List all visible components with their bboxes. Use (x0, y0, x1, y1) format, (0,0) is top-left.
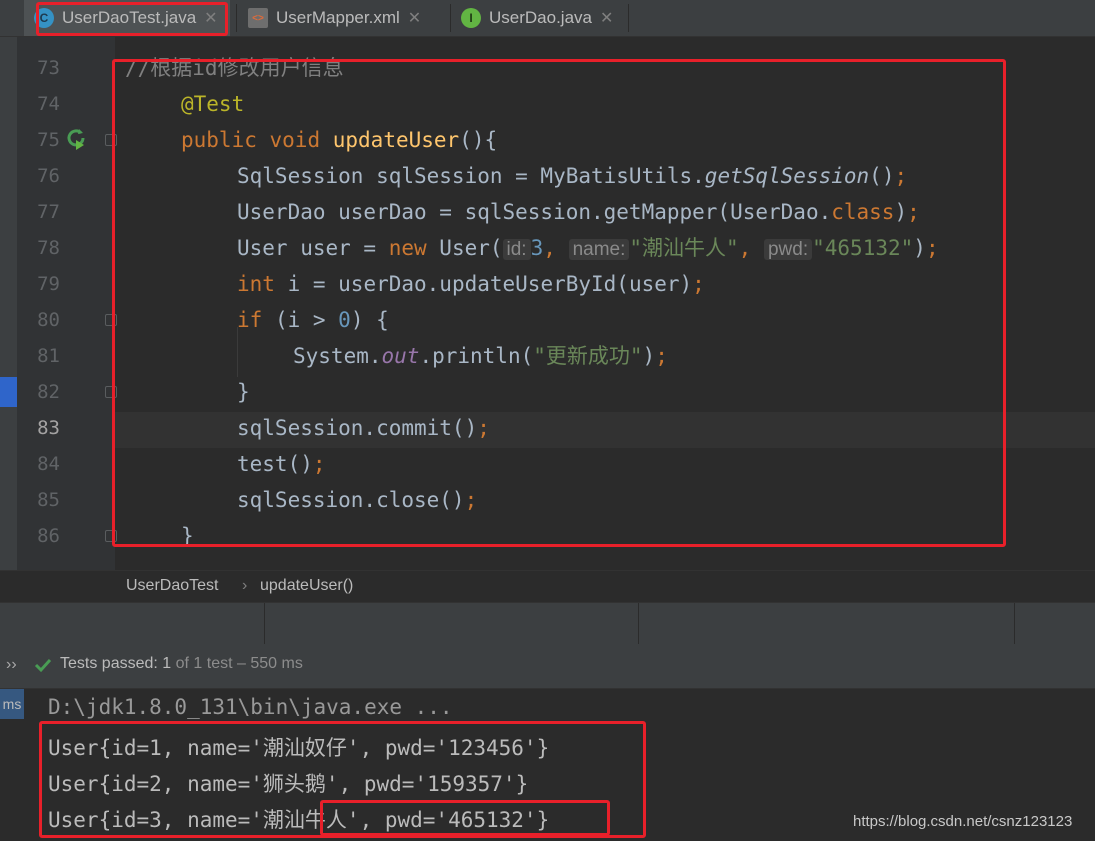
xml-file-icon: <> (248, 8, 268, 28)
line-number: 84 (37, 453, 60, 475)
line-number: 76 (37, 165, 60, 187)
run-test-icon[interactable] (64, 126, 88, 150)
java-interface-icon: I (461, 8, 481, 28)
line-number: 79 (37, 273, 60, 295)
check-icon (34, 658, 52, 673)
highlight-box-code (112, 59, 1006, 547)
breadcrumb: UserDaoTest › updateUser() (0, 570, 1095, 603)
watermark: https://blog.csdn.net/csnz123123 (853, 813, 1073, 830)
tab-label: UserMapper.xml (276, 8, 400, 27)
test-results-bar: ›› Tests passed: 1 of 1 test – 550 ms (0, 644, 1095, 689)
line-number: 77 (37, 201, 60, 223)
line-number: 73 (37, 57, 60, 79)
breadcrumb-separator: › (242, 577, 248, 594)
line-number: 85 (37, 489, 60, 511)
line-number: 86 (37, 525, 60, 547)
line-number: 75 (37, 129, 60, 151)
breadcrumb-method[interactable]: updateUser() (260, 577, 353, 595)
tab-userdao[interactable]: I UserDao.java ✕ (461, 0, 631, 36)
line-number: 82 (37, 381, 60, 403)
line-number: 78 (37, 237, 60, 259)
line-number: 81 (37, 345, 60, 367)
tab-label: UserDao.java (489, 8, 592, 27)
highlight-box-updated-value (320, 800, 610, 836)
highlight-box-tab (36, 2, 228, 36)
close-tab-icon[interactable]: ✕ (600, 8, 613, 28)
tests-status: Tests passed: 1 of 1 test – 550 ms (60, 655, 303, 673)
tab-usermapper[interactable]: <> UserMapper.xml ✕ (248, 0, 448, 36)
tool-window-header (0, 602, 1095, 645)
tests-status-label: Tests passed: (60, 655, 158, 672)
console-line-command: D:\jdk1.8.0_131\bin\java.exe ... (48, 695, 453, 719)
line-number-current: 83 (37, 417, 60, 439)
expand-icon[interactable]: ›› (6, 656, 17, 674)
line-number-column: 73 74 75 76 77 78 79 80 81 82 83 84 85 8… (0, 37, 117, 570)
tests-passed-count: 1 (162, 655, 172, 672)
line-number: 74 (37, 93, 60, 115)
breadcrumb-class[interactable]: UserDaoTest (126, 577, 218, 595)
line-number: 80 (37, 309, 60, 331)
tests-detail: of 1 test – 550 ms (175, 655, 303, 672)
console-side-tab[interactable]: ms (0, 689, 24, 719)
close-tab-icon[interactable]: ✕ (408, 8, 421, 28)
